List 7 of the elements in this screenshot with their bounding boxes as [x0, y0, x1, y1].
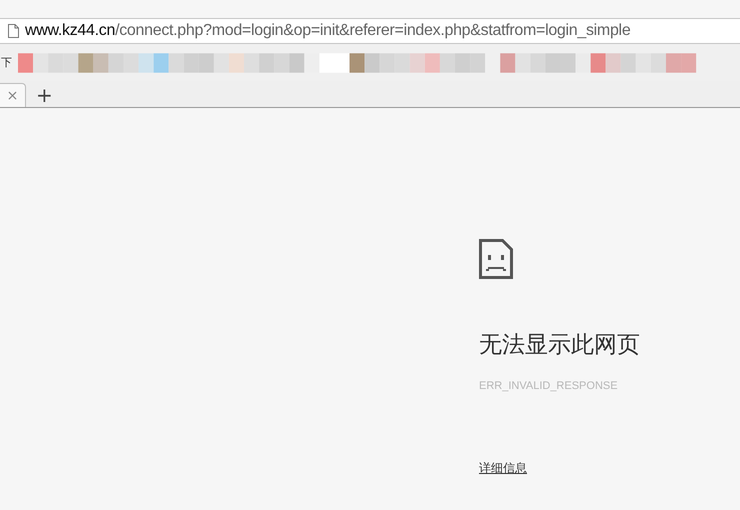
- new-tab-button[interactable]: +: [32, 84, 57, 106]
- page-icon: [8, 24, 19, 38]
- error-title: 无法显示此网页: [479, 331, 640, 360]
- error-code: ERR_INVALID_RESPONSE: [479, 380, 618, 392]
- details-link[interactable]: 详细信息: [479, 460, 527, 477]
- sad-page-icon: [479, 239, 513, 279]
- bookmark-label[interactable]: 下: [1, 55, 12, 70]
